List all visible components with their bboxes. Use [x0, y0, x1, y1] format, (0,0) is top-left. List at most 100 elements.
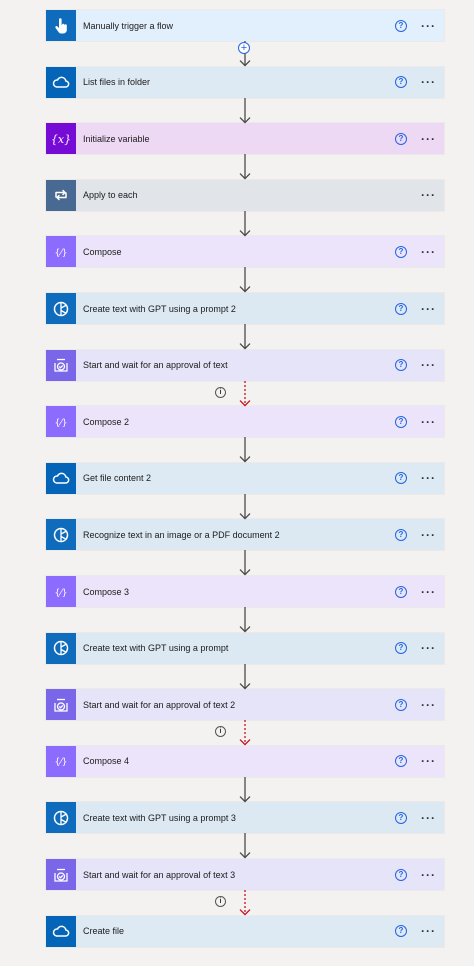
step-title: Recognize text in an image or a PDF docu… [83, 529, 280, 540]
flow-step[interactable]: Create file? ··· [46, 915, 444, 947]
help-icon[interactable]: ? [395, 359, 407, 372]
flow-step[interactable]: Start and wait for an approval of text? ·… [46, 349, 444, 381]
run-after-arrow [239, 720, 251, 746]
step-title: Create text with GPT using a prompt [83, 643, 229, 654]
flow-step[interactable]: Start and wait for an approval of text 3… [46, 859, 444, 890]
info-icon[interactable]: i [215, 726, 226, 738]
svg-text:{⁄}: {⁄} [55, 248, 68, 258]
more-options-button[interactable]: ··· [421, 586, 436, 598]
flow-step[interactable]: Get file content 2? ··· [46, 462, 444, 494]
step-title: Start and wait for an approval of text [83, 360, 228, 371]
connector-arrow [239, 437, 251, 463]
flow-step[interactable]: Manually trigger a flow? ··· [46, 10, 444, 41]
svg-text:{⁄}: {⁄} [55, 588, 68, 598]
more-options-button[interactable]: ··· [421, 246, 436, 258]
help-icon[interactable]: ? [395, 415, 407, 428]
onedrive-cloud-icon [46, 66, 76, 98]
connector-arrow [239, 776, 251, 803]
onedrive-cloud-icon [46, 915, 76, 947]
help-icon[interactable]: ? [395, 19, 407, 32]
help-icon[interactable]: ? [395, 642, 407, 655]
help-icon[interactable]: ? [395, 585, 407, 598]
help-icon[interactable]: ? [395, 925, 407, 938]
flow-step[interactable]: Recognize text in an image or a PDF docu… [46, 519, 444, 551]
step-title: Initialize variable [83, 133, 150, 144]
ai-builder-icon [46, 802, 76, 834]
connector-arrow [239, 210, 251, 237]
help-icon[interactable]: ? [395, 302, 407, 315]
info-icon[interactable]: i [215, 386, 226, 398]
more-options-button[interactable]: ··· [421, 755, 436, 767]
trigger-hand-icon [46, 10, 76, 41]
flow-step[interactable]: List files in folder? ··· [46, 66, 444, 98]
more-options-button[interactable]: ··· [421, 812, 436, 824]
more-options-button[interactable]: ··· [421, 529, 436, 541]
more-options-button[interactable]: ··· [421, 76, 436, 88]
step-title: Create file [83, 926, 125, 937]
connector-arrow [239, 267, 251, 293]
help-icon[interactable]: ? [395, 811, 407, 824]
step-title: Apply to each [83, 190, 138, 201]
more-options-button[interactable]: ··· [421, 642, 436, 654]
more-options-button[interactable]: ··· [421, 699, 436, 711]
approval-icon [46, 349, 76, 381]
help-icon[interactable]: ? [395, 472, 407, 485]
connector-arrow [239, 493, 251, 520]
help-icon[interactable]: ? [395, 868, 407, 881]
step-title: List files in folder [83, 77, 151, 88]
onedrive-cloud-icon [46, 462, 76, 494]
insert-step-button[interactable]: + [238, 42, 250, 54]
svg-text:{⁄}: {⁄} [55, 758, 68, 768]
more-options-button[interactable]: ··· [421, 472, 436, 484]
flow-step[interactable]: {⁄} Compose 4? ··· [46, 745, 444, 777]
help-icon[interactable]: ? [395, 132, 407, 145]
more-options-button[interactable]: ··· [421, 869, 436, 881]
ai-builder-icon [46, 632, 76, 664]
help-icon[interactable]: ? [395, 76, 407, 89]
connector-arrow [239, 154, 251, 180]
run-after-arrow [239, 890, 251, 916]
flow-step[interactable]: Create text with GPT using a prompt 2? ··… [46, 293, 444, 324]
step-title: Create text with GPT using a prompt 2 [83, 303, 236, 314]
ai-builder-icon [46, 293, 76, 324]
compose-icon: {⁄} [46, 745, 76, 777]
connector-arrow [239, 607, 251, 633]
flow-step[interactable]: Start and wait for an approval of text 2… [46, 689, 444, 721]
flow-step[interactable]: Create text with GPT using a prompt 3? ··… [46, 802, 444, 834]
info-icon[interactable]: i [215, 896, 226, 907]
more-options-button[interactable]: ··· [421, 133, 436, 145]
step-title: Create text with GPT using a prompt 3 [83, 812, 236, 823]
connector-arrow [239, 97, 251, 124]
loop-icon [46, 179, 76, 211]
flow-step[interactable]: {⁄} Compose 3? ··· [46, 576, 444, 607]
step-title: Compose 2 [83, 416, 130, 427]
help-icon[interactable]: ? [395, 755, 407, 768]
connector-arrow [239, 833, 251, 859]
flow-step[interactable]: Apply to each ··· [46, 179, 444, 211]
flow-step[interactable]: {⁄} Compose 2? ··· [46, 406, 444, 438]
flow-step[interactable]: Create text with GPT using a prompt? ··· [46, 632, 444, 664]
more-options-button[interactable]: ··· [421, 189, 436, 201]
help-icon[interactable]: ? [395, 245, 407, 258]
flow-canvas: Manually trigger a flow? ··· List files in… [0, 0, 474, 966]
svg-text:{x}: {x} [52, 133, 70, 146]
step-title: Compose [83, 246, 122, 257]
step-title: Get file content 2 [83, 473, 152, 484]
run-after-arrow [239, 380, 251, 407]
compose-icon: {⁄} [46, 576, 76, 607]
more-options-button[interactable]: ··· [421, 20, 436, 32]
more-options-button[interactable]: ··· [421, 303, 436, 315]
more-options-button[interactable]: ··· [421, 925, 436, 937]
help-icon[interactable]: ? [395, 528, 407, 541]
variable-icon: {x} [46, 123, 76, 155]
help-icon[interactable]: ? [395, 698, 407, 711]
flow-step[interactable]: {x} Initialize variable? ··· [46, 123, 444, 155]
connector-arrow [239, 324, 251, 350]
more-options-button[interactable]: ··· [421, 359, 436, 371]
step-title: Start and wait for an approval of text 3 [83, 869, 236, 880]
ai-builder-icon [46, 519, 76, 551]
more-options-button[interactable]: ··· [421, 416, 436, 428]
approval-icon [46, 689, 76, 721]
compose-icon: {⁄} [46, 406, 76, 438]
flow-step[interactable]: {⁄} Compose? ··· [46, 236, 444, 268]
